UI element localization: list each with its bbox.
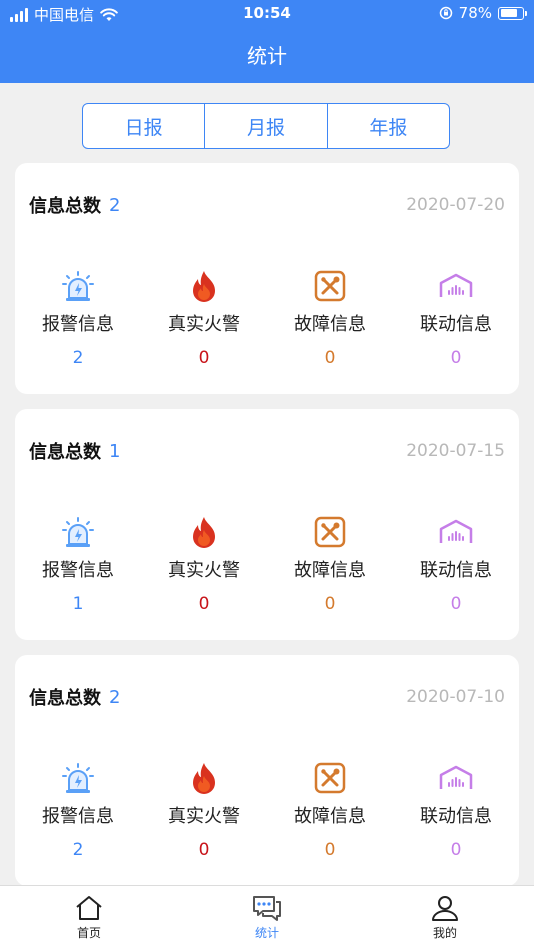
card-stats: 报警信息 2 真实火警 0 故障信息 0 联动信息 0 xyxy=(15,268,519,368)
page-title: 统计 xyxy=(247,44,287,68)
nav-mine-label: 我的 xyxy=(432,926,457,940)
stat-fault-label: 故障信息 xyxy=(294,560,366,581)
stat-alarm-label: 报警信息 xyxy=(42,806,114,827)
stat-linkage[interactable]: 联动信息 0 xyxy=(393,268,519,368)
card-header: 信息总数 2 2020-07-20 xyxy=(29,191,505,219)
stat-card[interactable]: 信息总数 1 2020-07-15 报警信息 1 真实火警 0 故障信息 0 联… xyxy=(15,409,519,640)
stat-fault[interactable]: 故障信息 0 xyxy=(267,760,393,860)
stat-linkage-label: 联动信息 xyxy=(420,314,492,335)
card-header: 信息总数 1 2020-07-15 xyxy=(29,437,505,465)
stat-linkage-value: 0 xyxy=(450,348,462,368)
tools-icon xyxy=(312,514,348,550)
alarm-light-icon xyxy=(60,268,96,304)
stat-alarm-label: 报警信息 xyxy=(42,314,114,335)
orientation-lock-icon xyxy=(439,6,452,20)
stat-fault[interactable]: 故障信息 0 xyxy=(267,268,393,368)
card-date: 2020-07-10 xyxy=(406,687,505,707)
stat-fire-label: 真实火警 xyxy=(168,806,240,827)
battery-fill xyxy=(500,9,517,17)
card-date: 2020-07-15 xyxy=(406,441,505,461)
alarm-light-icon xyxy=(60,760,96,796)
stat-fire-value: 0 xyxy=(198,840,210,860)
nav-stats[interactable]: 统计 xyxy=(178,886,356,950)
stat-alarm-value: 2 xyxy=(72,348,84,368)
flame-icon xyxy=(186,514,222,550)
stat-fault-label: 故障信息 xyxy=(294,806,366,827)
linkage-gate-icon xyxy=(438,268,474,304)
tab-yearly[interactable]: 年报 xyxy=(328,104,449,148)
stat-fault-value: 0 xyxy=(324,348,336,368)
card-total-count: 2 xyxy=(109,686,121,708)
linkage-gate-icon xyxy=(438,760,474,796)
stat-linkage-value: 0 xyxy=(450,840,462,860)
stat-fire-label: 真实火警 xyxy=(168,314,240,335)
nav-home-label: 首页 xyxy=(76,926,101,940)
stat-fire-label: 真实火警 xyxy=(168,560,240,581)
nav-mine[interactable]: 我的 xyxy=(356,886,534,950)
card-total-count: 2 xyxy=(109,194,121,216)
flame-icon xyxy=(186,268,222,304)
tab-monthly[interactable]: 月报 xyxy=(205,104,328,148)
stat-linkage-value: 0 xyxy=(450,594,462,614)
stat-alarm-label: 报警信息 xyxy=(42,560,114,581)
stat-fire[interactable]: 真实火警 0 xyxy=(141,760,267,860)
stat-fire[interactable]: 真实火警 0 xyxy=(141,268,267,368)
stat-linkage[interactable]: 联动信息 0 xyxy=(393,514,519,614)
stat-fault-value: 0 xyxy=(324,594,336,614)
home-icon xyxy=(76,896,102,920)
status-bar: 中国电信 10:54 78% xyxy=(0,0,534,28)
card-date: 2020-07-20 xyxy=(406,195,505,215)
stat-alarm[interactable]: 报警信息 2 xyxy=(15,760,141,860)
nav-home[interactable]: 首页 xyxy=(0,886,178,950)
stat-card[interactable]: 信息总数 2 2020-07-10 报警信息 2 真实火警 0 故障信息 0 联… xyxy=(15,655,519,886)
app-header: 中国电信 10:54 78% 统计 xyxy=(0,0,534,83)
alarm-light-icon xyxy=(60,514,96,550)
stat-fault-value: 0 xyxy=(324,840,336,860)
flame-icon xyxy=(186,760,222,796)
stat-linkage[interactable]: 联动信息 0 xyxy=(393,760,519,860)
nav-stats-label: 统计 xyxy=(254,926,279,940)
stat-alarm-value: 1 xyxy=(72,594,84,614)
stat-fire-value: 0 xyxy=(198,594,210,614)
stat-fault[interactable]: 故障信息 0 xyxy=(267,514,393,614)
stat-alarm[interactable]: 报警信息 2 xyxy=(15,268,141,368)
card-total-count: 1 xyxy=(109,440,121,462)
tools-icon xyxy=(312,760,348,796)
stat-linkage-label: 联动信息 xyxy=(420,560,492,581)
card-header: 信息总数 2 2020-07-10 xyxy=(29,683,505,711)
user-icon xyxy=(432,896,458,921)
stat-fire[interactable]: 真实火警 0 xyxy=(141,514,267,614)
card-total-label: 信息总数 xyxy=(29,688,101,709)
stat-alarm-value: 2 xyxy=(72,840,84,860)
status-right: 78% xyxy=(439,4,527,22)
stat-card[interactable]: 信息总数 2 2020-07-20 报警信息 2 真实火警 0 故障信息 0 联… xyxy=(15,163,519,394)
stat-linkage-label: 联动信息 xyxy=(420,806,492,827)
report-tabs: 日报 月报 年报 xyxy=(82,103,450,149)
card-stats: 报警信息 2 真实火警 0 故障信息 0 联动信息 0 xyxy=(15,760,519,860)
battery-percent: 78% xyxy=(458,4,492,22)
stat-fault-label: 故障信息 xyxy=(294,314,366,335)
chat-stats-icon xyxy=(253,896,281,921)
card-total-label: 信息总数 xyxy=(29,196,101,217)
card-total-label: 信息总数 xyxy=(29,442,101,463)
tools-icon xyxy=(312,268,348,304)
card-stats: 报警信息 1 真实火警 0 故障信息 0 联动信息 0 xyxy=(15,514,519,614)
tab-daily[interactable]: 日报 xyxy=(83,104,206,148)
battery-icon xyxy=(498,6,527,20)
bottom-nav: 首页 统计 我的 xyxy=(0,885,534,950)
linkage-gate-icon xyxy=(438,514,474,550)
stat-fire-value: 0 xyxy=(198,348,210,368)
stat-alarm[interactable]: 报警信息 1 xyxy=(15,514,141,614)
